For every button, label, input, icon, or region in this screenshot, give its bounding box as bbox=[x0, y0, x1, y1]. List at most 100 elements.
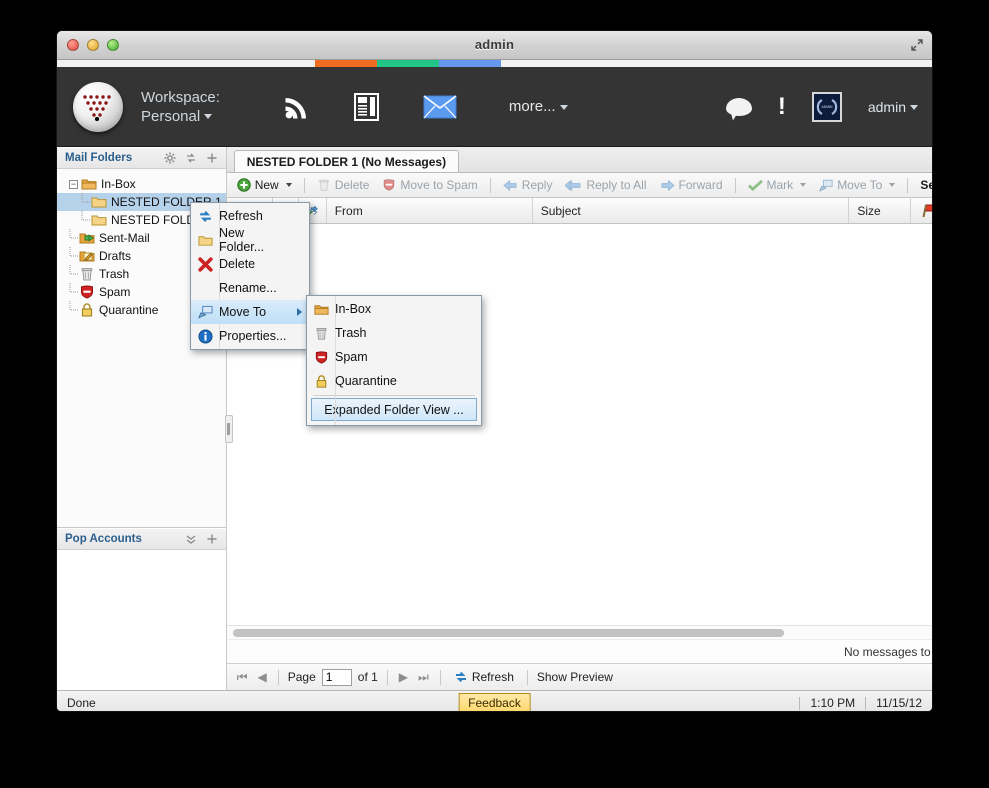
message-count-row: No messages to display bbox=[226, 639, 932, 663]
drafts-icon bbox=[79, 251, 95, 262]
submenu-item-in-box[interactable]: In-Box bbox=[307, 297, 481, 321]
folder-context-menu[interactable]: Refresh New Folder... Delete Rename... M… bbox=[190, 202, 310, 350]
trash-icon bbox=[319, 179, 329, 191]
move-to-spam-label: Move to Spam bbox=[400, 178, 478, 192]
delete-x-icon bbox=[191, 256, 219, 272]
mail-icon[interactable] bbox=[423, 94, 457, 119]
user-menu-button[interactable]: admin bbox=[868, 99, 918, 115]
next-page-button[interactable]: ▶ bbox=[397, 670, 410, 684]
delete-button[interactable]: Delete bbox=[313, 177, 374, 193]
folder-icon bbox=[91, 197, 107, 208]
tree-guide-icon bbox=[69, 229, 79, 239]
quarantine-lock-icon bbox=[307, 374, 335, 389]
refresh-button[interactable]: Refresh bbox=[450, 669, 518, 685]
mark-button[interactable]: Mark bbox=[744, 177, 811, 193]
plus-icon[interactable] bbox=[206, 533, 218, 545]
pane-splitter-handle[interactable] bbox=[224, 415, 233, 443]
news-icon[interactable] bbox=[353, 92, 379, 121]
status-date: 11/15/12 bbox=[876, 696, 922, 710]
gear-icon[interactable] bbox=[164, 152, 176, 164]
chevron-down-icon bbox=[559, 104, 568, 110]
tab-nested-folder-1[interactable]: NESTED FOLDER 1 (No Messages) bbox=[233, 150, 460, 172]
first-page-button[interactable]: ⏮ bbox=[235, 670, 250, 685]
reply-all-button[interactable]: Reply to All bbox=[561, 177, 650, 193]
strip-green[interactable] bbox=[377, 60, 439, 67]
forward-button[interactable]: Forward bbox=[656, 177, 727, 193]
message-toolbar: New Delete Move to Spam Reply Reply to A… bbox=[226, 173, 932, 198]
tree-item-in-box[interactable]: − In-Box bbox=[57, 175, 226, 193]
status-text: Done bbox=[67, 696, 96, 710]
context-menu-label: Move To bbox=[219, 305, 267, 319]
page-input[interactable] bbox=[321, 668, 352, 686]
more-menu-button[interactable]: more... bbox=[509, 98, 568, 115]
forward-arrow-icon bbox=[660, 179, 675, 191]
reply-button[interactable]: Reply bbox=[499, 177, 557, 193]
submenu-item-spam[interactable]: Spam bbox=[307, 345, 481, 369]
new-button[interactable]: New bbox=[233, 177, 296, 193]
pop-accounts-header: Pop Accounts bbox=[57, 528, 226, 550]
col-size[interactable]: Size bbox=[849, 198, 912, 223]
app-logo[interactable] bbox=[73, 81, 123, 132]
submenu-item-trash[interactable]: Trash bbox=[307, 321, 481, 345]
submenu-item-quarantine[interactable]: Quarantine bbox=[307, 369, 481, 393]
tree-guide-icon bbox=[81, 193, 91, 203]
page-label: Page bbox=[287, 670, 316, 684]
strip-blue[interactable] bbox=[439, 60, 501, 67]
context-menu-label: Refresh bbox=[219, 209, 263, 223]
context-menu-item-refresh[interactable]: Refresh bbox=[191, 204, 309, 228]
col-subject[interactable]: Subject bbox=[533, 198, 850, 223]
chat-icon[interactable] bbox=[725, 97, 752, 116]
last-page-button[interactable]: ⏭ bbox=[416, 670, 431, 685]
move-to-button[interactable]: Move To bbox=[815, 177, 899, 193]
search-button[interactable]: Search bbox=[916, 177, 932, 193]
rss-icon[interactable] bbox=[284, 94, 310, 120]
pager-divider bbox=[277, 669, 279, 685]
application-window: admin Workspace: Personal more... ! ADMI… bbox=[56, 30, 933, 712]
context-menu-item-new-folder[interactable]: New Folder... bbox=[191, 226, 309, 254]
check-icon bbox=[747, 179, 763, 191]
message-list-header: From Subject Size bbox=[226, 198, 932, 224]
folder-icon bbox=[91, 215, 107, 226]
workspace-value: Personal bbox=[141, 107, 201, 125]
accent-tab-strip bbox=[57, 60, 932, 67]
context-menu-item-move-to[interactable]: Move To bbox=[191, 300, 309, 324]
inbox-folder-icon bbox=[307, 302, 335, 317]
context-menu-item-rename[interactable]: Rename... bbox=[191, 276, 309, 300]
tree-guide-icon bbox=[81, 211, 91, 221]
alert-icon[interactable]: ! bbox=[778, 94, 786, 119]
context-menu-label: Properties... bbox=[219, 329, 287, 343]
expander-toggle[interactable]: − bbox=[69, 179, 78, 189]
mail-folders-title: Mail Folders bbox=[65, 152, 133, 164]
page-of-label: of 1 bbox=[357, 670, 378, 684]
horizontal-scrollbar[interactable] bbox=[226, 625, 932, 639]
strip-orange[interactable] bbox=[315, 60, 377, 67]
context-menu-item-properties[interactable]: Properties... bbox=[191, 324, 309, 348]
resize-icon[interactable] bbox=[910, 38, 924, 52]
more-label: more... bbox=[508, 98, 556, 115]
col-from-label: From bbox=[334, 203, 363, 218]
context-menu-item-delete[interactable]: Delete bbox=[191, 252, 309, 276]
refresh-icon[interactable] bbox=[185, 152, 197, 164]
feedback-button[interactable]: Feedback bbox=[458, 693, 531, 711]
workspace-selector[interactable]: Workspace: Personal bbox=[141, 88, 220, 126]
pagination-bar: ⏮ ◀ Page of 1 ▶ ⏭ Refresh Show Preview bbox=[226, 663, 932, 711]
col-size-label: Size bbox=[857, 203, 881, 218]
tree-item-label: Drafts bbox=[99, 249, 132, 263]
reply-all-arrow-icon bbox=[565, 179, 581, 191]
col-from[interactable]: From bbox=[327, 198, 533, 223]
refresh-label: Refresh bbox=[471, 670, 514, 684]
scrollbar-thumb[interactable] bbox=[232, 628, 784, 637]
show-preview-button[interactable]: Show Preview bbox=[537, 670, 613, 684]
refresh-icon bbox=[455, 671, 466, 683]
prev-page-button[interactable]: ◀ bbox=[256, 670, 269, 684]
spam-icon bbox=[307, 350, 335, 365]
new-label: New bbox=[254, 178, 279, 192]
toolbar-divider bbox=[303, 177, 305, 193]
col-flag[interactable] bbox=[911, 198, 932, 223]
chevrons-down-icon[interactable] bbox=[185, 533, 197, 545]
avatar[interactable]: ADMIN bbox=[811, 91, 842, 122]
move-to-spam-button[interactable]: Move to Spam bbox=[378, 177, 481, 193]
move-to-submenu[interactable]: In-Box Trash Spam Quarantine Expanded Fo… bbox=[306, 295, 482, 426]
logo-dots-icon bbox=[83, 94, 111, 121]
plus-icon[interactable] bbox=[206, 152, 218, 164]
